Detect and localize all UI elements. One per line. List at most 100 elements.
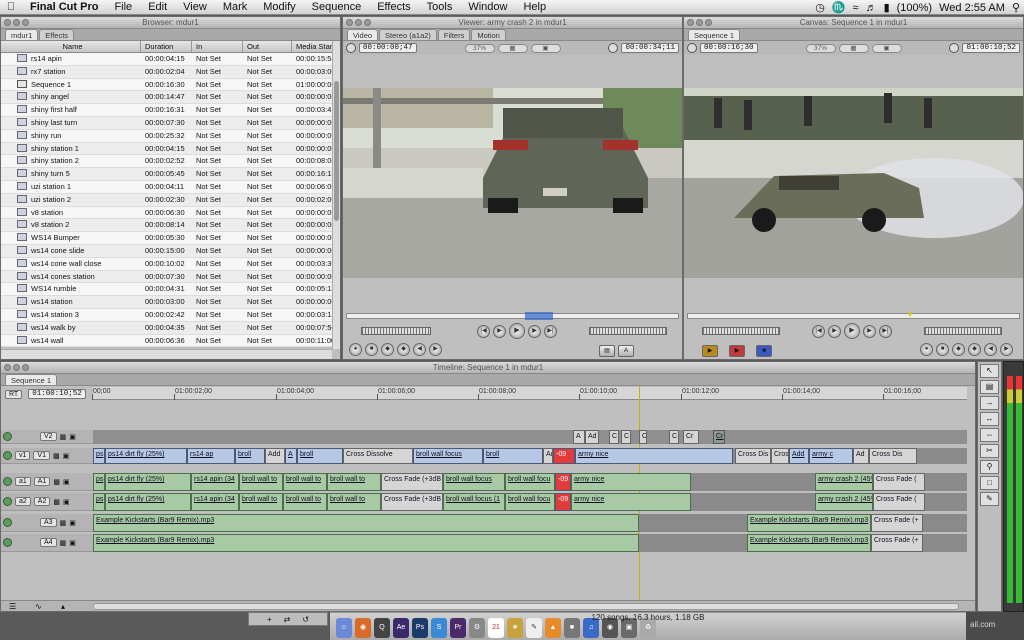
- menu-help[interactable]: Help: [515, 1, 554, 13]
- browser-row[interactable]: ws14 station 3 00:00:02:42 Not Set Not Set 0…: [1, 308, 340, 322]
- previous-edit-icon[interactable]: |◀: [477, 324, 490, 338]
- menu-effects[interactable]: Effects: [369, 1, 418, 13]
- browser-vertical-scrollbar[interactable]: [332, 41, 340, 349]
- play-icon[interactable]: ▶: [509, 323, 525, 339]
- zoom-icon[interactable]: [705, 19, 712, 26]
- browser-row[interactable]: ws14 cone slide 00:00:15:00 Not Set Not Set…: [1, 244, 340, 258]
- track-a1[interactable]: ps ps14 dirt fly (25%) rs14 apin (34 broll …: [93, 473, 967, 491]
- viewer-current-timecode[interactable]: 00:00:34;11: [621, 43, 679, 53]
- auto-select-icon[interactable]: ▣: [63, 498, 70, 506]
- track-audio-enable-icon[interactable]: [3, 538, 12, 547]
- track-label-a3[interactable]: A3: [40, 518, 57, 527]
- viewer-shuttle-control[interactable]: [361, 327, 431, 335]
- timeline-clip[interactable]: army crash 2 (45%: [815, 473, 873, 491]
- browser-row[interactable]: v8 station 2 00:00:08:14 Not Set Not Set 00:…: [1, 219, 340, 233]
- apple-menu-icon[interactable]: : [0, 1, 22, 13]
- timeline-clip[interactable]: Cross Dis: [869, 448, 917, 464]
- track-visibility-icon[interactable]: [3, 451, 12, 460]
- track-a2[interactable]: ps ps14 dirt fly (25%) rs14 apin (34 broll …: [93, 493, 967, 511]
- timeline-clip[interactable]: Cross Fade (: [873, 493, 925, 511]
- track-audio-enable-icon[interactable]: [3, 477, 12, 486]
- timeline-clip[interactable]: Cross Fade (+3dB: [381, 473, 443, 491]
- view-options-popup-icon[interactable]: ▦: [497, 43, 528, 53]
- timeline-clip[interactable]: broll wall to: [283, 473, 327, 491]
- mark-in-icon[interactable]: ◀: [984, 343, 997, 356]
- timeline-clip[interactable]: ps: [93, 448, 105, 464]
- timeline-title-bar[interactable]: Timeline: Sequence 1 in mdur1: [1, 362, 975, 374]
- timeline-clip[interactable]: Cross Fade (+3dB: [381, 493, 443, 511]
- tab-stereo[interactable]: Stereo (a1a2): [379, 29, 437, 40]
- lock-icon[interactable]: ▩: [60, 433, 67, 441]
- tab-sequence-1[interactable]: Sequence 1: [688, 29, 741, 40]
- timeline-clip[interactable]: Example Kickstarts (Bar9 Remix).mp3: [93, 534, 639, 552]
- pen-tool-icon[interactable]: ✎: [980, 492, 999, 506]
- browser-row[interactable]: uzi station 2 00:00:02:30 Not Set Not Set 00…: [1, 193, 340, 207]
- browser-row[interactable]: ws14 station 00:00:03:00 Not Set Not Set 00:…: [1, 296, 340, 309]
- timeline-clip[interactable]: broll wall focu: [505, 493, 555, 511]
- lock-icon[interactable]: ▩: [53, 478, 60, 486]
- timeline-clip[interactable]: C: [669, 430, 679, 444]
- menu-tools[interactable]: Tools: [419, 1, 461, 13]
- timeline-clip[interactable]: broll wall focus (1: [443, 493, 505, 511]
- track-height-icon[interactable]: ☰: [9, 602, 16, 611]
- browser-row[interactable]: shiny station 1 00:00:04:15 Not Set Not Set…: [1, 142, 340, 156]
- battery-icon[interactable]: ▮: [884, 1, 890, 14]
- play-icon[interactable]: ▶: [844, 323, 860, 339]
- menu-edit[interactable]: Edit: [140, 1, 175, 13]
- selection-tool-icon[interactable]: ↖: [980, 364, 999, 378]
- timeline-clip[interactable]: army crash 2 (45%: [815, 493, 873, 511]
- clip-keyframes-icon[interactable]: ∿: [35, 602, 42, 611]
- match-frame-icon[interactable]: ●: [920, 343, 933, 356]
- close-icon[interactable]: [687, 19, 694, 26]
- timeline-clip[interactable]: -09: [555, 493, 571, 511]
- browser-row[interactable]: uzi station 1 00:00:04:11 Not Set Not Set 00…: [1, 180, 340, 194]
- timeline-clip[interactable]: army nice: [575, 448, 733, 464]
- auto-select-icon[interactable]: ▣: [69, 539, 76, 547]
- spotlight-icon[interactable]: ⚲: [1012, 1, 1020, 14]
- lock-icon[interactable]: ▩: [53, 498, 60, 506]
- close-icon[interactable]: [4, 364, 11, 371]
- menu-clock[interactable]: Wed 2:55 AM: [939, 2, 1005, 14]
- bluetooth-icon[interactable]: ♏: [832, 1, 846, 14]
- track-label-a1[interactable]: A1: [33, 477, 51, 486]
- timeline-clip[interactable]: A: [573, 430, 585, 444]
- recent-clips-icon[interactable]: ▤: [599, 345, 615, 357]
- track-forward-tool-icon[interactable]: →: [980, 396, 999, 410]
- timeline-clip[interactable]: broll wall focus: [443, 473, 505, 491]
- minimize-icon[interactable]: [696, 19, 703, 26]
- menu-file[interactable]: File: [106, 1, 140, 13]
- column-out[interactable]: Out: [243, 41, 292, 52]
- razor-tool-icon[interactable]: ✂: [980, 444, 999, 458]
- zoom-icon[interactable]: [364, 19, 371, 26]
- timeline-clip[interactable]: ps: [93, 473, 105, 491]
- track-label-v2[interactable]: V2: [40, 432, 57, 441]
- tab-filters[interactable]: Filters: [437, 29, 471, 40]
- auto-select-icon[interactable]: ▣: [69, 433, 76, 441]
- auto-select-icon[interactable]: ▣: [63, 478, 70, 486]
- timeline-clip[interactable]: -09: [553, 448, 575, 464]
- timeline-clip[interactable]: Cross Fade (: [873, 473, 925, 491]
- browser-title-bar[interactable]: Browser: mdur1: [1, 17, 340, 29]
- playhead-sync-popup-icon[interactable]: ▣: [871, 43, 902, 53]
- edit-selection-tool-icon[interactable]: ▤: [980, 380, 999, 394]
- browser-row[interactable]: ws14 cone wall close 00:00:10:02 Not Set No…: [1, 257, 340, 271]
- viewer-video-frame[interactable]: [343, 88, 682, 278]
- play-around-icon[interactable]: ▶: [863, 324, 876, 338]
- play-in-to-out-icon[interactable]: ▶: [828, 324, 841, 338]
- viewer-scrubber-bar[interactable]: [346, 312, 679, 320]
- browser-row[interactable]: ws14 walk by 00:00:04:35 Not Set Not Set 00:…: [1, 321, 340, 335]
- add-keyframe-icon[interactable]: ◆: [381, 343, 394, 356]
- generator-popup-icon[interactable]: A: [618, 345, 634, 357]
- timeline-clip[interactable]: ps14 dirt fly (25%): [105, 473, 191, 491]
- timeline-clip[interactable]: Example Kickstarts (Bar9 Remix).mp3: [747, 514, 871, 532]
- source-label-a1[interactable]: a1: [15, 477, 31, 486]
- timeline-clip[interactable]: A: [285, 448, 297, 464]
- time-machine-icon[interactable]: ◷: [815, 1, 825, 14]
- timeline-clip[interactable]: broll: [297, 448, 343, 464]
- timeline-clip[interactable]: broll wall to: [327, 473, 381, 491]
- canvas-scrubber-bar[interactable]: ▼: [687, 310, 1020, 319]
- canvas-title-bar[interactable]: Canvas: Sequence 1 in mdur1: [684, 17, 1023, 29]
- volume-icon[interactable]: ♬: [866, 2, 877, 14]
- zoom-slider-icon[interactable]: ▴: [61, 602, 65, 611]
- track-v1[interactable]: ps ps14 dirt fly (25%) rs14 ap broll Add Abro…: [93, 448, 967, 464]
